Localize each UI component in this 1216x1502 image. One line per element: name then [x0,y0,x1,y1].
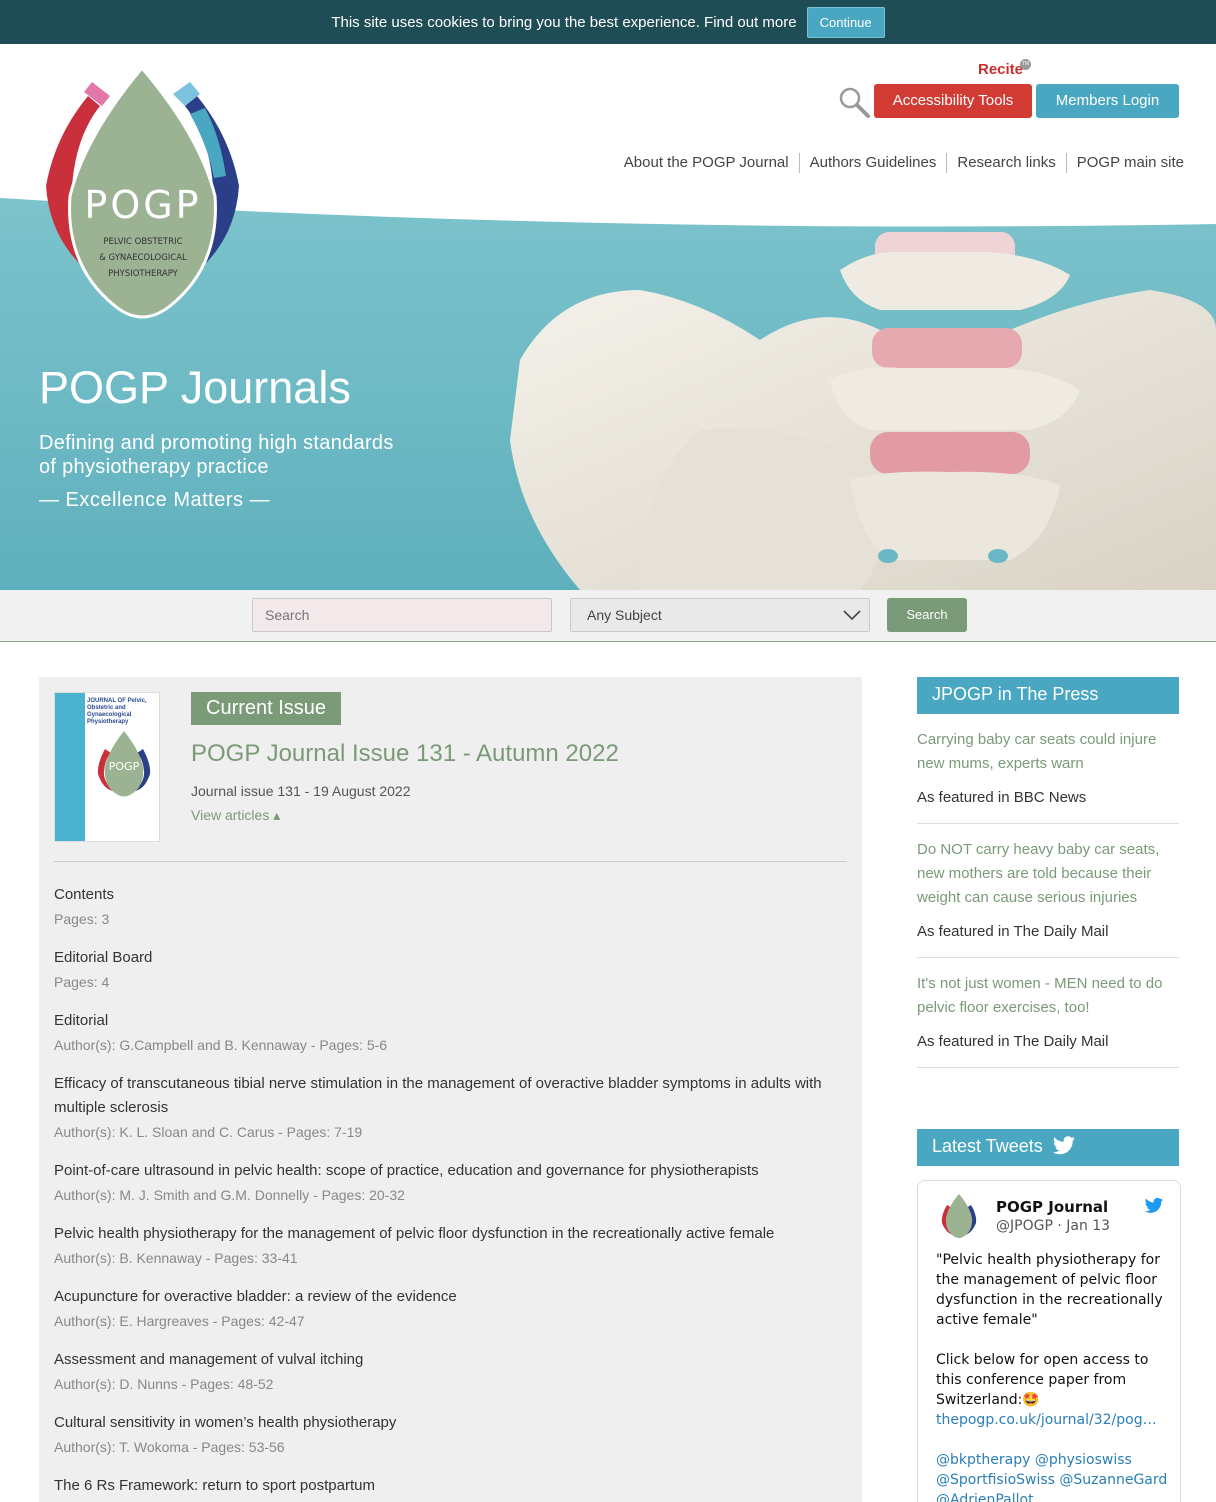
hero-pelvis-image [0,198,1216,590]
list-item[interactable]: Assessment and management of vulval itch… [54,1348,847,1396]
cover-title: JOURNAL OF Pelvic, Obstetric and Gynaeco… [87,698,147,725]
tweet-body: "Pelvic health physiotherapy for the man… [936,1250,1168,1502]
article-title[interactable]: Acupuncture for overactive bladder: a re… [54,1285,847,1309]
list-item[interactable]: Editorial Board Pages: 4 [54,946,847,994]
press-item: Carrying baby car seats could injure new… [917,728,1179,824]
nav-pogp-main-site[interactable]: POGP main site [1065,153,1184,173]
article-meta: Author(s): M. J. Smith and G.M. Donnelly… [54,1187,405,1203]
list-item[interactable]: Acupuncture for overactive bladder: a re… [54,1285,847,1333]
article-meta: Author(s): G.Campbell and B. Kennaway - … [54,1037,388,1053]
press-item: It's not just women - MEN need to do pel… [917,972,1179,1068]
press-link[interactable]: It's not just women - MEN need to do pel… [917,972,1179,1020]
view-articles-toggle[interactable]: View articles ▴ [191,807,280,824]
twitter-icon[interactable] [1144,1197,1164,1215]
cookie-continue-button[interactable]: Continue [806,6,885,38]
cookie-text[interactable]: This site uses cookies to bring you the … [331,14,796,31]
search-bar: Any Subject Search [0,590,1216,642]
logo-line1: PELVIC OBSTETRIC [103,237,182,247]
nav-authors-guidelines[interactable]: Authors Guidelines [798,153,947,173]
hero-subtitle: Defining and promoting high standards of… [39,432,394,478]
recite-logo[interactable]: Recite [978,61,1023,78]
list-item[interactable]: Cultural sensitivity in women’s health p… [54,1411,847,1459]
members-login-button[interactable]: Members Login [1036,84,1179,118]
list-item[interactable]: Pelvic health physiotherapy for the mana… [54,1222,847,1270]
avatar[interactable] [940,1193,978,1239]
article-title[interactable]: Contents [54,883,847,907]
tweet-card[interactable]: POGP Journal @JPOGP · Jan 13 "Pelvic hea… [917,1180,1181,1502]
current-issue-panel: JOURNAL OF Pelvic, Obstetric and Gynaeco… [39,677,862,1502]
press-heading: JPOGP in The Press [917,677,1179,714]
tweet-text: Click below for open access to this conf… [936,1352,1149,1408]
recite-trademark: TM [1020,59,1031,70]
list-item[interactable]: Contents Pages: 3 [54,883,847,931]
list-item[interactable]: Efficacy of transcutaneous tibial nerve … [54,1072,847,1144]
issue-date: Journal issue 131 - 19 August 2022 [191,783,411,799]
article-title[interactable]: The 6 Rs Framework: return to sport post… [54,1474,847,1498]
main-nav: About the POGP Journal Authors Guideline… [614,153,1184,173]
cover-stripe [55,693,85,841]
press-source: As featured in The Daily Mail [917,923,1109,940]
cover-logo: POGP [97,731,151,797]
article-title[interactable]: Editorial Board [54,946,847,970]
press-link[interactable]: Do NOT carry heavy baby car seats, new m… [917,838,1179,910]
search-input[interactable] [252,598,552,632]
cookie-banner: This site uses cookies to bring you the … [0,0,1216,44]
press-source: As featured in The Daily Mail [917,1033,1109,1050]
twitter-icon [1053,1136,1075,1155]
press-source: As featured in BBC News [917,789,1087,806]
logo-line3: PHYSIOTHERAPY [108,269,179,279]
list-item[interactable]: The 6 Rs Framework: return to sport post… [54,1474,847,1498]
article-meta: Author(s): T. Wokoma - Pages: 53-56 [54,1439,285,1455]
divider [54,861,847,862]
issue-title[interactable]: POGP Journal Issue 131 - Autumn 2022 [191,740,619,768]
article-title[interactable]: Cultural sensitivity in women’s health p… [54,1411,847,1435]
search-icon[interactable] [838,86,870,118]
accessibility-tools-button[interactable]: Accessibility Tools [874,84,1032,118]
search-button[interactable]: Search [887,598,967,632]
article-meta: Pages: 3 [54,911,110,927]
list-item[interactable]: Point-of-care ultrasound in pelvic healt… [54,1159,847,1207]
hero-banner: POGP PELVIC OBSTETRIC & GYNAECOLOGICAL P… [0,0,1216,590]
nav-research-links[interactable]: Research links [946,153,1065,173]
tweets-heading-label: Latest Tweets [932,1136,1043,1156]
article-list: Contents Pages: 3 Editorial Board Pages: 4… [54,883,847,1502]
subject-select-value: Any Subject [587,607,662,623]
issue-cover[interactable]: JOURNAL OF Pelvic, Obstetric and Gynaeco… [54,692,160,842]
article-title[interactable]: Efficacy of transcutaneous tibial nerve … [54,1072,847,1120]
press-item: Do NOT carry heavy baby car seats, new m… [917,838,1179,958]
tweet-handle[interactable]: @JPOGP · Jan 13 [996,1218,1110,1234]
chevron-down-icon [843,610,861,621]
article-title[interactable]: Point-of-care ultrasound in pelvic healt… [54,1159,847,1183]
subject-select[interactable]: Any Subject [570,598,870,632]
pogp-logo: POGP PELVIC OBSTETRIC & GYNAECOLOGICAL P… [46,66,239,319]
current-issue-badge: Current Issue [191,692,342,725]
article-meta: Author(s): E. Hargreaves - Pages: 42-47 [54,1313,305,1329]
hero-title: POGP Journals [39,362,351,413]
tweet-quote: "Pelvic health physiotherapy for the man… [936,1252,1163,1328]
cover-logo-text: POGP [109,760,140,773]
press-link[interactable]: Carrying baby car seats could injure new… [917,728,1179,776]
article-meta: Author(s): K. L. Sloan and C. Carus - Pa… [54,1124,363,1140]
tweets-heading: Latest Tweets [917,1129,1179,1166]
tweet-mentions[interactable]: @bkptherapy @physioswiss @SportfisioSwis… [936,1450,1168,1502]
article-title[interactable]: Assessment and management of vulval itch… [54,1348,847,1372]
hero-tagline: — Excellence Matters — [39,489,271,511]
tweet-author-name[interactable]: POGP Journal [996,1198,1108,1216]
press-list: Carrying baby car seats could injure new… [917,728,1179,1082]
logo-name: POGP [84,183,201,227]
tweet-link[interactable]: thepogp.co.uk/journal/32/pog… [936,1410,1168,1430]
article-title[interactable]: Pelvic health physiotherapy for the mana… [54,1222,847,1246]
article-meta: Author(s): D. Nunns - Pages: 48-52 [54,1376,274,1392]
nav-about-journal[interactable]: About the POGP Journal [614,153,799,173]
list-item[interactable]: Editorial Author(s): G.Campbell and B. Ke… [54,1009,847,1057]
article-meta: Author(s): B. Kennaway - Pages: 33-41 [54,1250,298,1266]
article-title[interactable]: Editorial [54,1009,847,1033]
article-meta: Pages: 4 [54,974,110,990]
logo-line2: & GYNAECOLOGICAL [99,253,187,263]
